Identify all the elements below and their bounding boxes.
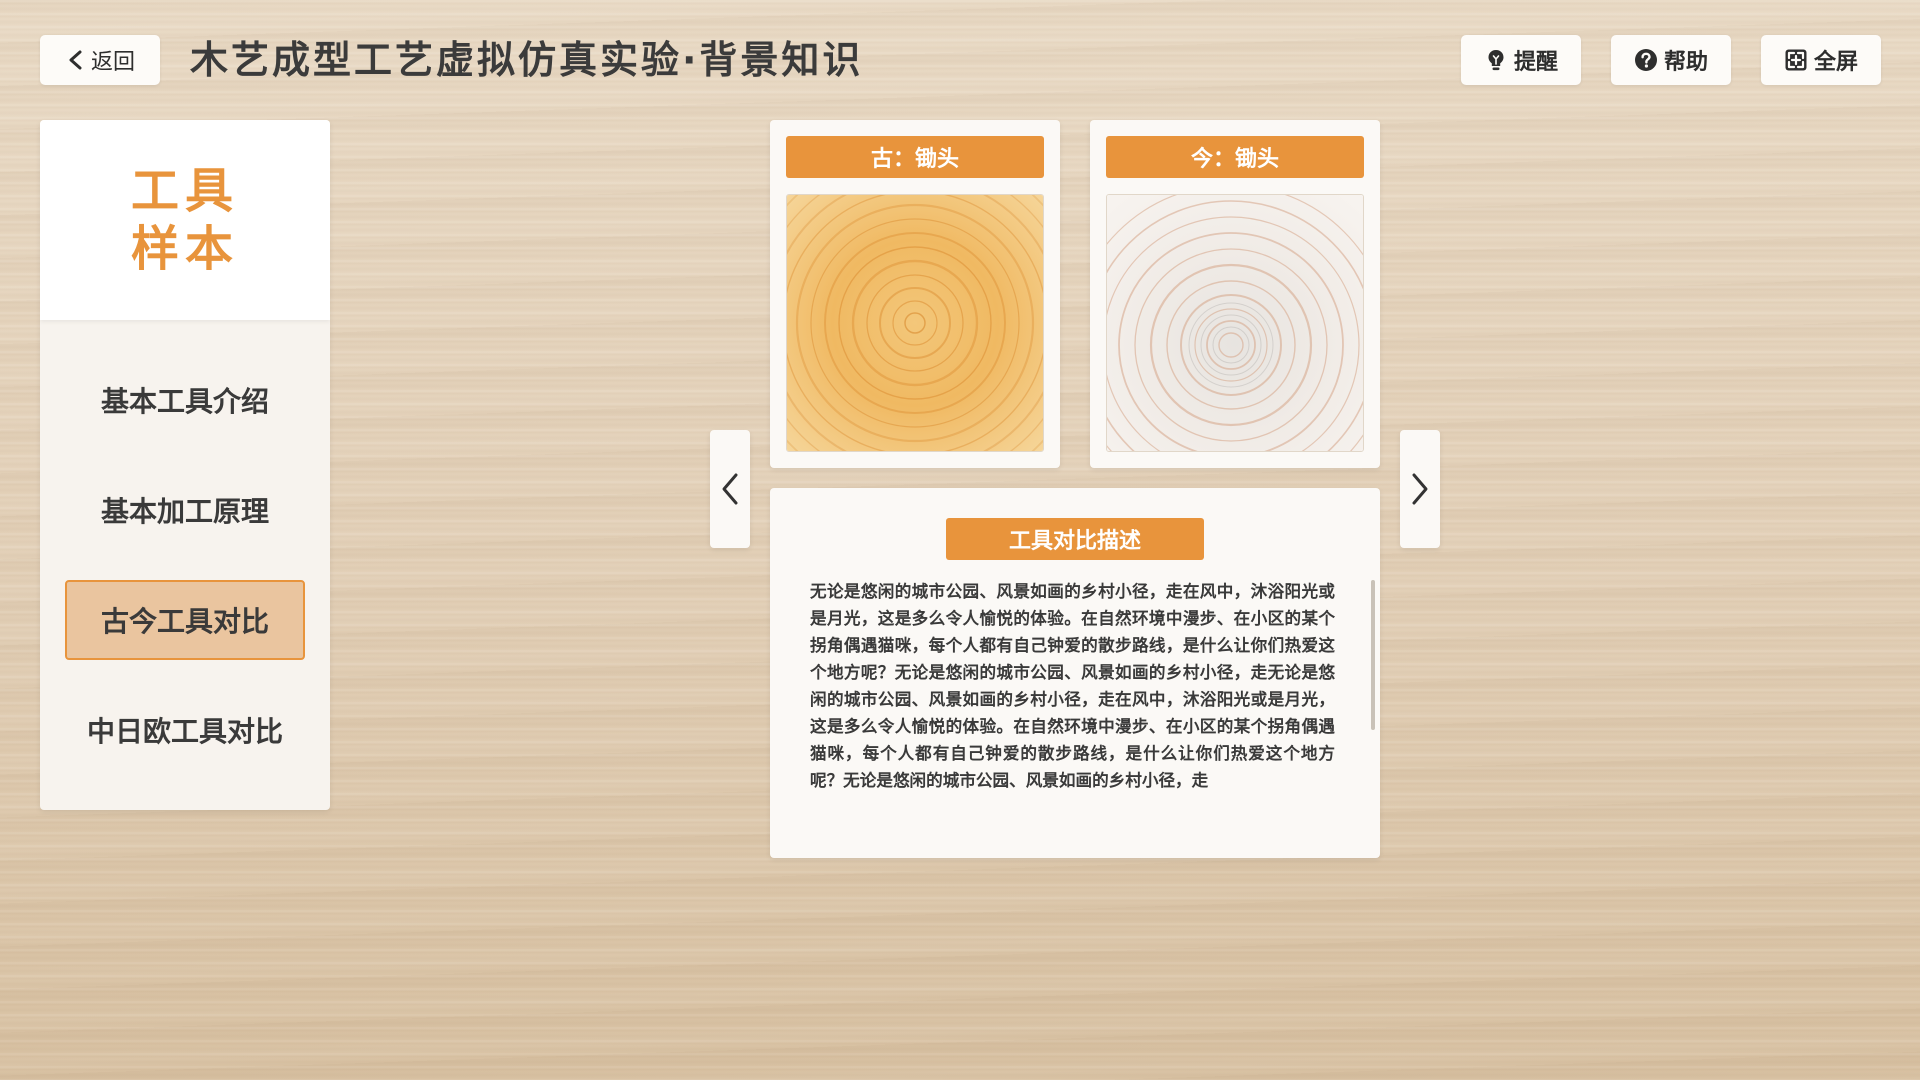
hint-label: 提醒 xyxy=(1513,50,1558,75)
bulb-icon xyxy=(1484,48,1508,72)
page-title: 木艺成型工艺虚拟仿真实验·背景知识 xyxy=(190,38,864,82)
ancient-tool-card: 古：锄头 xyxy=(770,120,1060,468)
back-button[interactable]: 返回 xyxy=(40,35,160,85)
description-card: 工具对比描述 无论是悠闲的城市公园、风景如画的乡村小径，走在风中，沐浴阳光或是月… xyxy=(770,488,1380,858)
description-scrollbar[interactable] xyxy=(1371,580,1375,730)
help-button[interactable]: 帮助 xyxy=(1611,35,1731,85)
modern-tool-card: 今：锄头 xyxy=(1090,120,1380,468)
hint-button[interactable]: 提醒 xyxy=(1461,35,1581,85)
description-text: 无论是悠闲的城市公园、风景如画的乡村小径，走在风中，沐浴阳光或是月光，这是多么令… xyxy=(810,582,1335,790)
arrow-right-icon xyxy=(1412,473,1428,505)
modern-tool-label: 今：锄头 xyxy=(1106,136,1364,178)
sidebar-header: 工具样本 xyxy=(40,120,330,320)
arrow-left-icon xyxy=(722,473,738,505)
question-icon xyxy=(1634,48,1658,72)
ancient-tool-label: 古：锄头 xyxy=(786,136,1044,178)
next-button[interactable] xyxy=(1400,430,1440,548)
sidebar-item-ancient-modern-comparison[interactable]: 古今工具对比 xyxy=(65,580,305,660)
chevron-left-icon xyxy=(69,50,82,70)
fullscreen-button[interactable]: 全屏 xyxy=(1761,35,1881,85)
sidebar-item-basic-tools[interactable]: 基本工具介绍 xyxy=(65,360,305,440)
sidebar-title: 工具样本 xyxy=(130,163,239,277)
back-label: 返回 xyxy=(90,50,135,75)
description-title: 工具对比描述 xyxy=(946,518,1204,560)
sidebar-item-china-japan-europe-comparison[interactable]: 中日欧工具对比 xyxy=(65,690,305,770)
help-label: 帮助 xyxy=(1663,50,1708,75)
ancient-tool-image xyxy=(786,194,1044,452)
modern-tool-image xyxy=(1106,194,1364,452)
fullscreen-icon xyxy=(1784,48,1808,72)
sidebar-item-processing-principles[interactable]: 基本加工原理 xyxy=(65,470,305,550)
sidebar: 工具样本 基本工具介绍 基本加工原理 古今工具对比 中日欧工具对比 xyxy=(40,120,330,810)
fullscreen-label: 全屏 xyxy=(1813,50,1858,75)
previous-button[interactable] xyxy=(710,430,750,548)
